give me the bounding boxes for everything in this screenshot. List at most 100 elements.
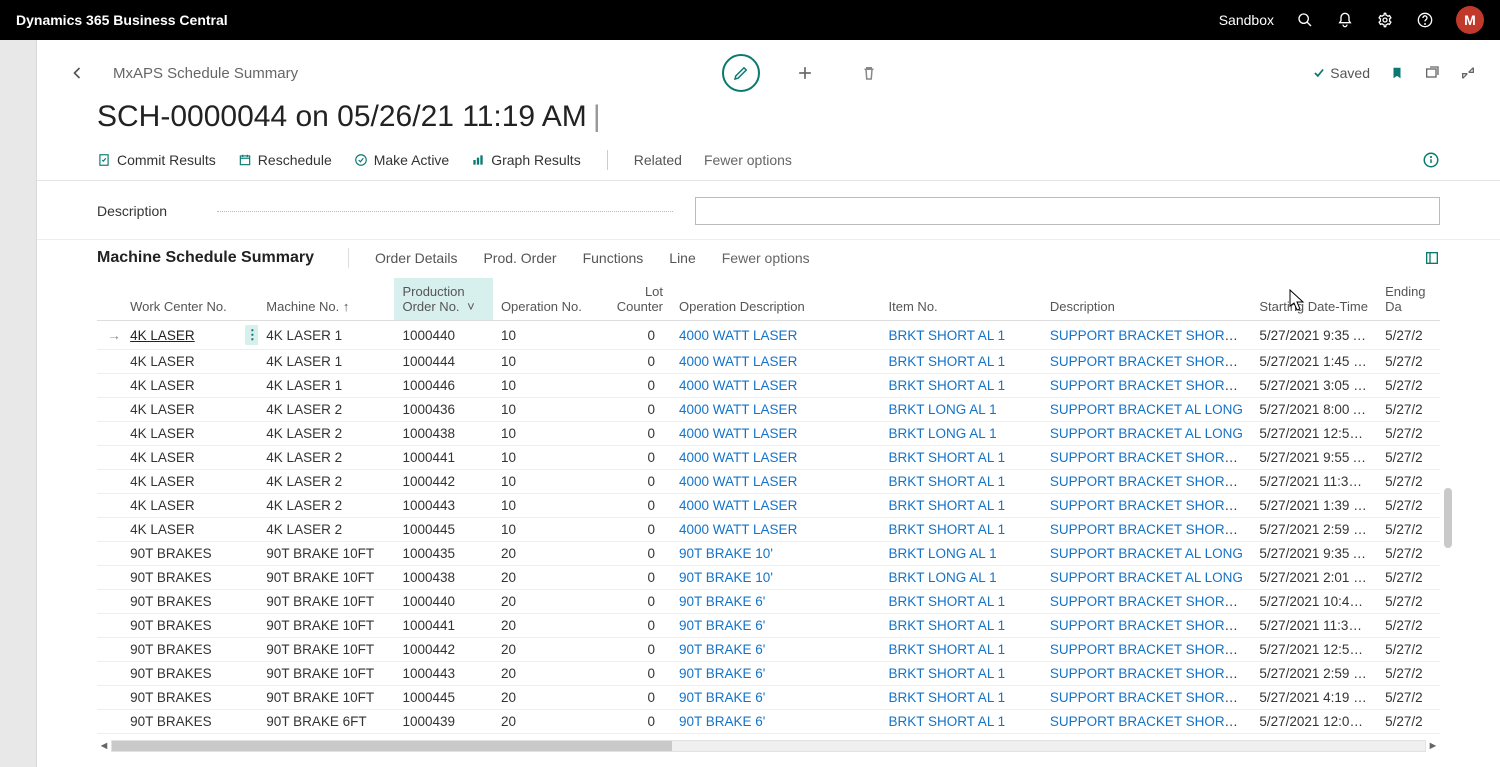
cell-operation-no[interactable]: 20 xyxy=(493,710,598,734)
cell-description[interactable]: SUPPORT BRACKET SHORT AL xyxy=(1042,638,1252,662)
bell-icon[interactable] xyxy=(1336,11,1354,29)
cell-machine-no[interactable]: 90T BRAKE 10FT xyxy=(258,638,394,662)
cell-operation-description[interactable]: 90T BRAKE 10' xyxy=(671,566,881,590)
description-input[interactable] xyxy=(695,197,1440,225)
commit-results-action[interactable]: Commit Results xyxy=(97,152,216,168)
cell-item-no[interactable]: BRKT LONG AL 1 xyxy=(881,398,1042,422)
sub-fewer-options[interactable]: Fewer options xyxy=(722,250,810,266)
cell-description[interactable]: SUPPORT BRACKET SHORT AL xyxy=(1042,350,1252,374)
table-row[interactable]: 90T BRAKES90T BRAKE 10FT100044320090T BR… xyxy=(97,662,1440,686)
col-production-order-no[interactable]: Production Order No. ˅ xyxy=(394,278,492,321)
cell-starting-date[interactable]: 5/27/2021 9:35 AM xyxy=(1251,321,1377,350)
cell-ending-date[interactable]: 5/27/2 xyxy=(1377,350,1440,374)
collapse-icon[interactable] xyxy=(1460,65,1476,81)
cell-operation-no[interactable]: 20 xyxy=(493,638,598,662)
row-menu-button[interactable] xyxy=(237,686,258,710)
row-menu-button[interactable] xyxy=(237,662,258,686)
cell-lot-counter[interactable]: 0 xyxy=(598,638,671,662)
cell-item-no[interactable]: BRKT LONG AL 1 xyxy=(881,566,1042,590)
cell-machine-no[interactable]: 4K LASER 1 xyxy=(258,350,394,374)
cell-lot-counter[interactable]: 0 xyxy=(598,321,671,350)
scroll-left-arrow[interactable]: ◄ xyxy=(97,740,111,752)
cell-item-no[interactable]: BRKT SHORT AL 1 xyxy=(881,494,1042,518)
cell-lot-counter[interactable]: 0 xyxy=(598,686,671,710)
row-menu-button[interactable] xyxy=(237,494,258,518)
order-details-action[interactable]: Order Details xyxy=(375,250,457,266)
col-description[interactable]: Description xyxy=(1042,278,1252,321)
related-menu[interactable]: Related xyxy=(634,152,682,168)
cell-item-no[interactable]: BRKT SHORT AL 1 xyxy=(881,614,1042,638)
cell-machine-no[interactable]: 90T BRAKE 10FT xyxy=(258,614,394,638)
cell-item-no[interactable]: BRKT SHORT AL 1 xyxy=(881,446,1042,470)
table-row[interactable]: 4K LASER4K LASER 210004361004000 WATT LA… xyxy=(97,398,1440,422)
cell-starting-date[interactable]: 5/27/2021 11:36 ... xyxy=(1251,470,1377,494)
cell-machine-no[interactable]: 4K LASER 2 xyxy=(258,446,394,470)
table-row[interactable]: 90T BRAKES90T BRAKE 10FT100043520090T BR… xyxy=(97,542,1440,566)
cell-work-center[interactable]: 90T BRAKES xyxy=(122,566,237,590)
cell-lot-counter[interactable]: 0 xyxy=(598,518,671,542)
cell-description[interactable]: SUPPORT BRACKET AL LONG xyxy=(1042,398,1252,422)
cell-machine-no[interactable]: 90T BRAKE 6FT xyxy=(258,710,394,734)
cell-production-order-no[interactable]: 1000443 xyxy=(394,494,492,518)
row-menu-button[interactable] xyxy=(237,518,258,542)
bookmark-icon[interactable] xyxy=(1390,65,1404,81)
cell-starting-date[interactable]: 5/27/2021 2:01 PM xyxy=(1251,566,1377,590)
table-row[interactable]: 90T BRAKES90T BRAKE 10FT100044020090T BR… xyxy=(97,590,1440,614)
cell-machine-no[interactable]: 90T BRAKE 10FT xyxy=(258,662,394,686)
cell-ending-date[interactable]: 5/27/2 xyxy=(1377,470,1440,494)
cell-ending-date[interactable]: 5/27/2 xyxy=(1377,686,1440,710)
cell-lot-counter[interactable]: 0 xyxy=(598,494,671,518)
cell-operation-no[interactable]: 10 xyxy=(493,494,598,518)
col-lot-counter[interactable]: Lot Counter xyxy=(598,278,671,321)
row-menu-button[interactable] xyxy=(237,590,258,614)
cell-machine-no[interactable]: 4K LASER 2 xyxy=(258,518,394,542)
schedule-grid[interactable]: Work Center No. Machine No. ↑ Production… xyxy=(97,278,1440,734)
cell-work-center[interactable]: 90T BRAKES xyxy=(122,542,237,566)
cell-ending-date[interactable]: 5/27/2 xyxy=(1377,398,1440,422)
cell-production-order-no[interactable]: 1000446 xyxy=(394,374,492,398)
delete-button[interactable] xyxy=(850,54,888,92)
cell-ending-date[interactable]: 5/27/2 xyxy=(1377,446,1440,470)
table-row[interactable]: 4K LASER4K LASER 210004421004000 WATT LA… xyxy=(97,470,1440,494)
table-row[interactable]: 4K LASER4K LASER 110004441004000 WATT LA… xyxy=(97,350,1440,374)
cell-starting-date[interactable]: 5/27/2021 12:00 ... xyxy=(1251,710,1377,734)
cell-operation-no[interactable]: 20 xyxy=(493,542,598,566)
vertical-scrollbar[interactable] xyxy=(1442,338,1452,638)
cell-starting-date[interactable]: 5/27/2021 12:56 ... xyxy=(1251,422,1377,446)
cell-operation-no[interactable]: 10 xyxy=(493,446,598,470)
table-row[interactable]: 4K LASER4K LASER 210004411004000 WATT LA… xyxy=(97,446,1440,470)
cell-operation-description[interactable]: 90T BRAKE 6' xyxy=(671,614,881,638)
col-starting-date[interactable]: Starting Date-Time xyxy=(1251,278,1377,321)
cell-production-order-no[interactable]: 1000439 xyxy=(394,710,492,734)
cell-operation-description[interactable]: 90T BRAKE 6' xyxy=(671,590,881,614)
cell-lot-counter[interactable]: 0 xyxy=(598,542,671,566)
make-active-action[interactable]: Make Active xyxy=(354,152,449,168)
cell-lot-counter[interactable]: 0 xyxy=(598,614,671,638)
cell-machine-no[interactable]: 90T BRAKE 10FT xyxy=(258,590,394,614)
cell-description[interactable]: SUPPORT BRACKET SHORT AL xyxy=(1042,614,1252,638)
cell-description[interactable]: SUPPORT BRACKET SHORT AL xyxy=(1042,321,1252,350)
cell-lot-counter[interactable]: 0 xyxy=(598,374,671,398)
cell-lot-counter[interactable]: 0 xyxy=(598,398,671,422)
table-row[interactable]: 90T BRAKES90T BRAKE 10FT100044220090T BR… xyxy=(97,638,1440,662)
hscroll-thumb[interactable] xyxy=(112,741,672,751)
cell-work-center[interactable]: 4K LASER xyxy=(122,374,237,398)
cell-work-center[interactable]: 90T BRAKES xyxy=(122,686,237,710)
back-button[interactable] xyxy=(61,57,93,89)
cell-ending-date[interactable]: 5/27/2 xyxy=(1377,494,1440,518)
cell-machine-no[interactable]: 4K LASER 1 xyxy=(258,374,394,398)
cell-operation-description[interactable]: 4000 WATT LASER xyxy=(671,350,881,374)
cell-starting-date[interactable]: 5/27/2021 2:59 PM xyxy=(1251,662,1377,686)
cell-operation-description[interactable]: 4000 WATT LASER xyxy=(671,422,881,446)
cell-starting-date[interactable]: 5/27/2021 8:00 AM xyxy=(1251,398,1377,422)
cell-operation-no[interactable]: 20 xyxy=(493,566,598,590)
search-icon[interactable] xyxy=(1296,11,1314,29)
cell-machine-no[interactable]: 90T BRAKE 10FT xyxy=(258,542,394,566)
cell-item-no[interactable]: BRKT SHORT AL 1 xyxy=(881,638,1042,662)
cell-production-order-no[interactable]: 1000445 xyxy=(394,518,492,542)
cell-production-order-no[interactable]: 1000445 xyxy=(394,686,492,710)
cell-production-order-no[interactable]: 1000440 xyxy=(394,590,492,614)
cell-lot-counter[interactable]: 0 xyxy=(598,470,671,494)
cell-work-center[interactable]: 4K LASER xyxy=(122,446,237,470)
row-menu-button[interactable]: ⋮ xyxy=(237,321,258,350)
